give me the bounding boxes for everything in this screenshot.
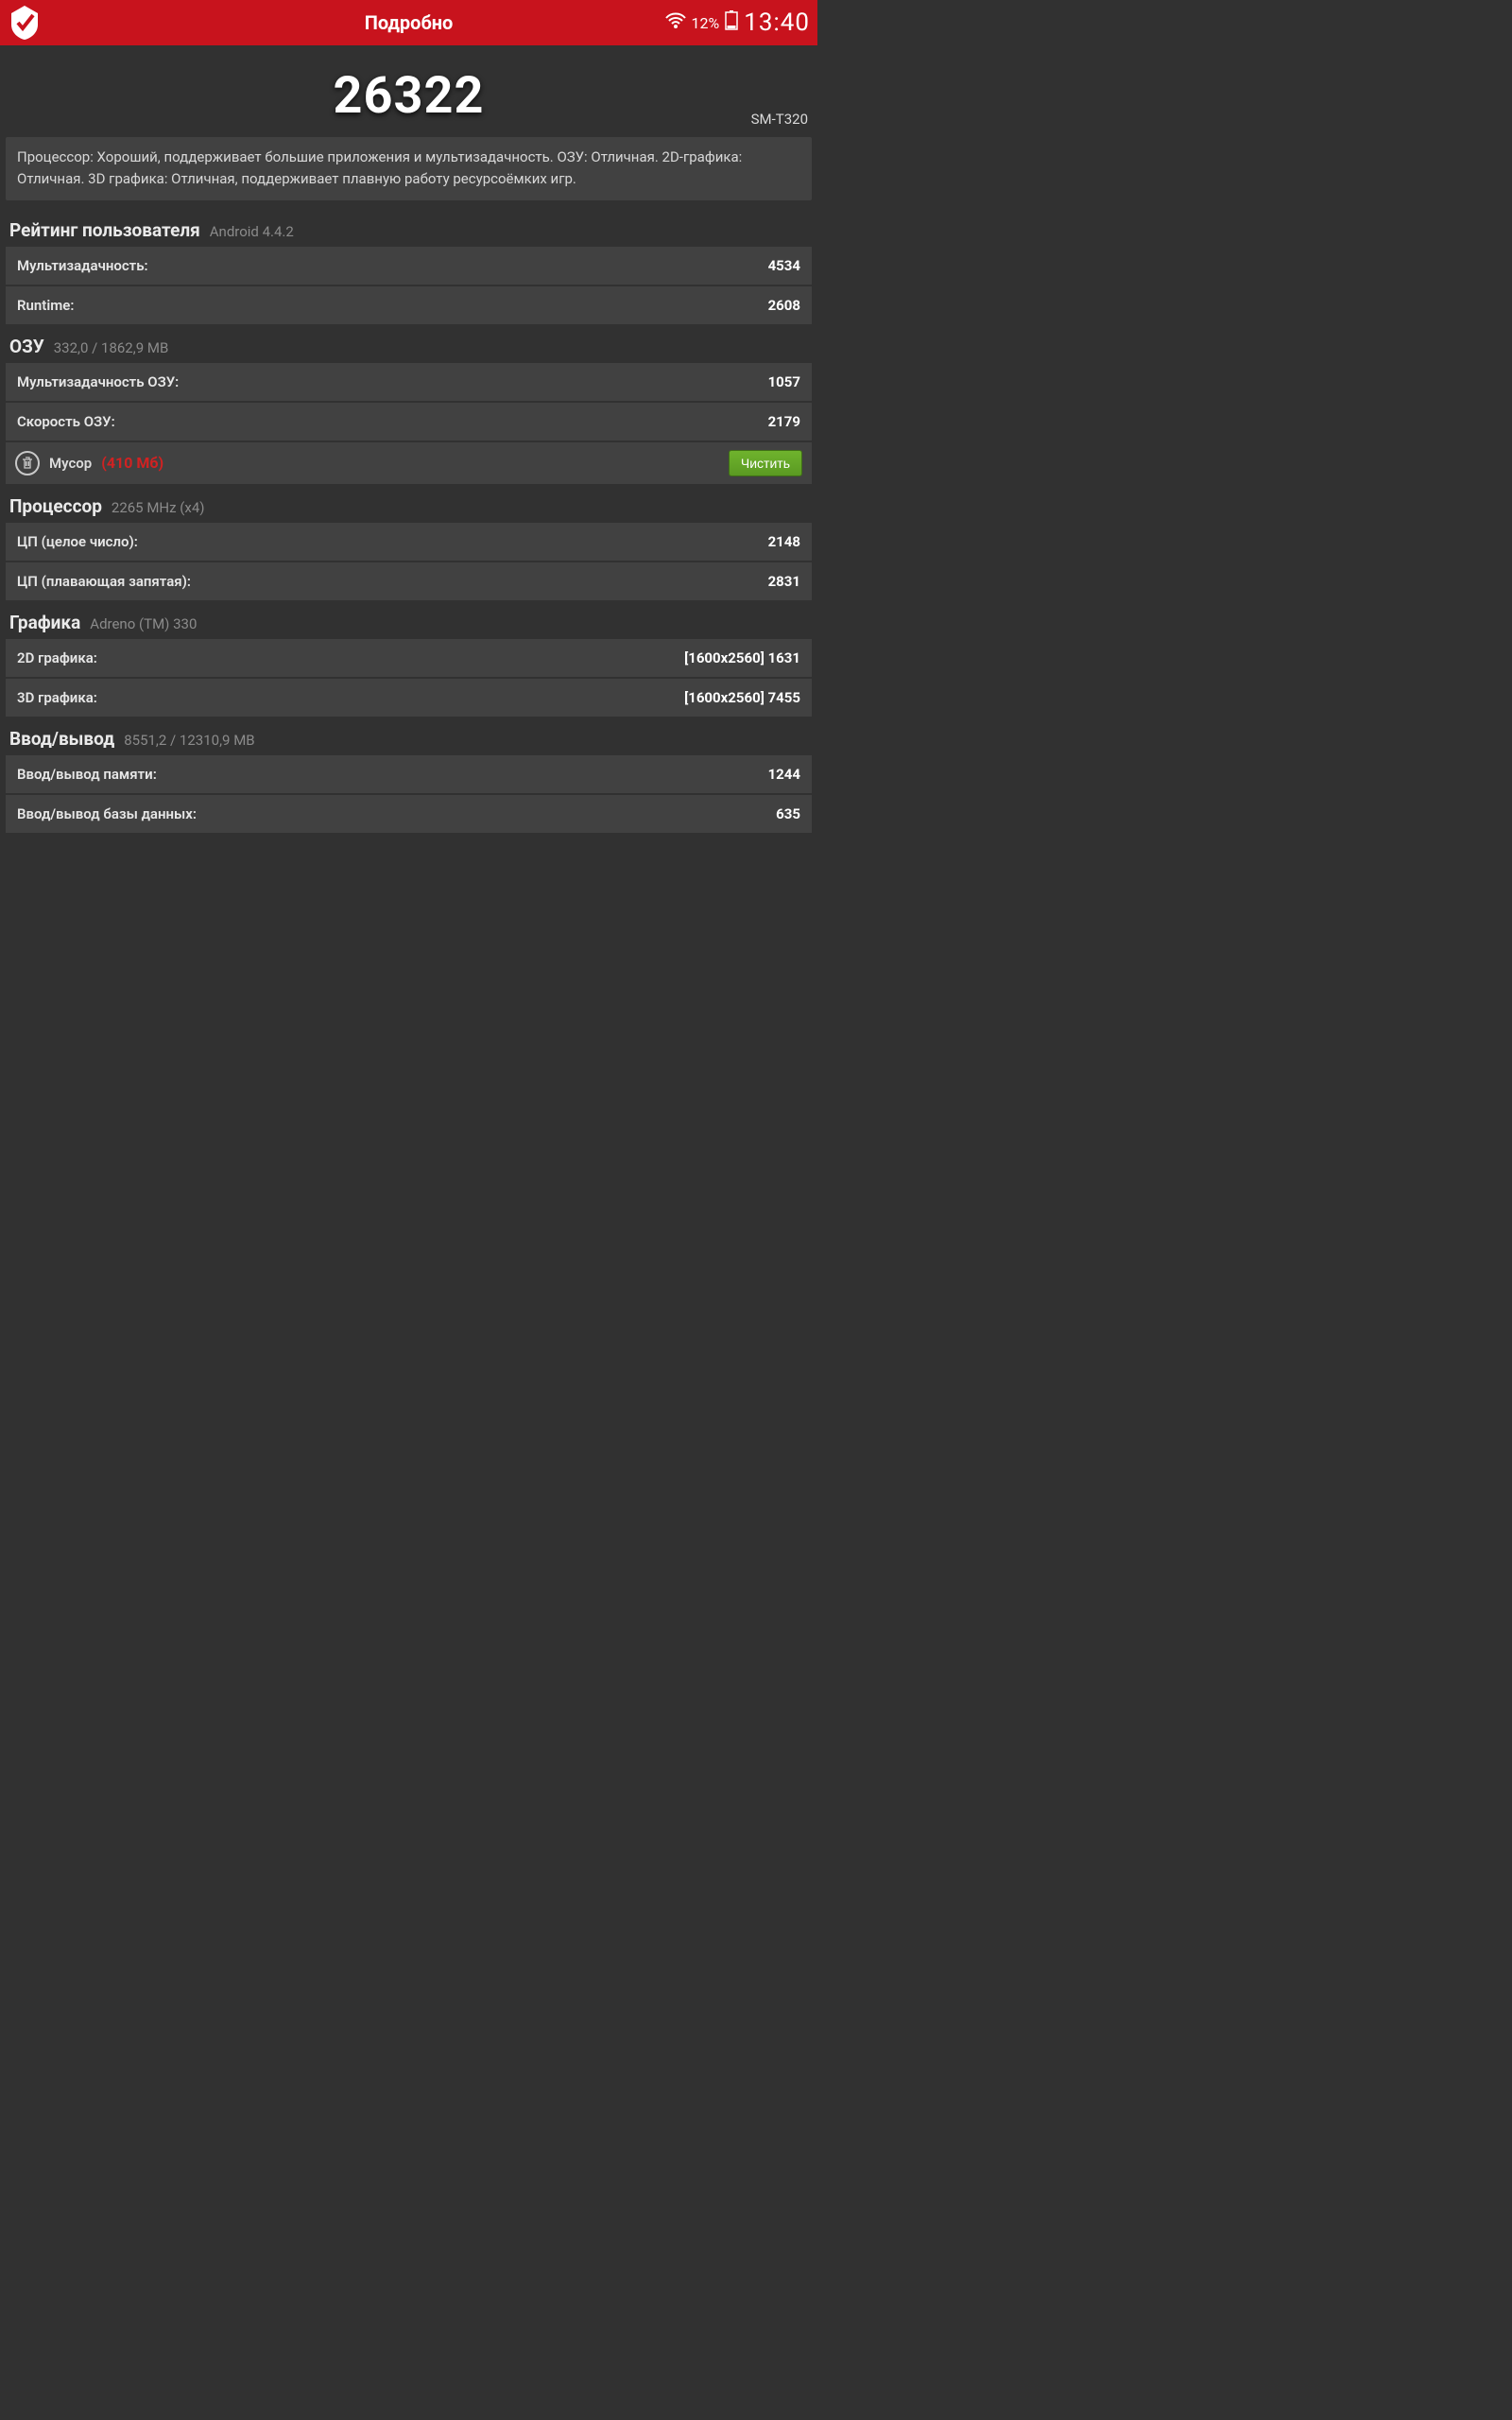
row-value: 2608 — [768, 297, 800, 314]
section-header-io: Ввод/вывод 8551,2 / 12310,9 MB — [0, 718, 817, 755]
row-label: ЦП (целое число): — [17, 533, 138, 550]
row-label: Мультизадачность ОЗУ: — [17, 373, 179, 390]
row-label: 2D графика: — [17, 649, 97, 666]
row-label: Ввод/вывод базы данных: — [17, 805, 197, 822]
section-title: Процессор — [9, 495, 102, 517]
row-2d-graphics: 2D графика: [1600x2560] 1631 — [6, 639, 812, 677]
row-cpu-int: ЦП (целое число): 2148 — [6, 523, 812, 561]
section-title: Графика — [9, 612, 80, 633]
status-bar: Подробно 12% 13:40 — [0, 0, 817, 45]
row-cpu-float: ЦП (плавающая запятая): 2831 — [6, 562, 812, 600]
clean-button[interactable]: Чистить — [729, 450, 802, 476]
row-value: 2179 — [768, 413, 800, 430]
row-ram-multitask: Мультизадачность ОЗУ: 1057 — [6, 363, 812, 401]
section-subtitle: 332,0 / 1862,9 MB — [54, 339, 169, 356]
row-io-db: Ввод/вывод базы данных: 635 — [6, 795, 812, 833]
wifi-icon — [665, 11, 686, 35]
row-multitask: Мультизадачность: 4534 — [6, 247, 812, 285]
benchmark-score: 26322 — [0, 66, 817, 126]
row-value: [1600x2560] 1631 — [684, 649, 800, 666]
section-title: Ввод/вывод — [9, 728, 114, 750]
section-subtitle: Android 4.4.2 — [210, 223, 294, 240]
score-area: 26322 SM-T320 — [0, 45, 817, 131]
app-logo-icon — [8, 4, 42, 42]
summary-box: Процессор: Хороший, поддерживает большие… — [6, 137, 812, 200]
section-subtitle: 2265 MHz (x4) — [112, 499, 205, 516]
page-title: Подробно — [365, 11, 454, 34]
row-cleaner: Мусор (410 Мб) Чистить — [6, 442, 812, 484]
section-header-gfx: Графика Adreno (TM) 330 — [0, 602, 817, 639]
row-value: 2148 — [768, 533, 800, 550]
section-header-cpu: Процессор 2265 MHz (x4) — [0, 486, 817, 523]
cleaner-size: (410 Мб) — [101, 454, 163, 472]
row-label: Скорость ОЗУ: — [17, 413, 115, 430]
section-subtitle: Adreno (TM) 330 — [90, 615, 197, 632]
section-header-ram: ОЗУ 332,0 / 1862,9 MB — [0, 326, 817, 363]
row-label: 3D графика: — [17, 689, 97, 706]
row-label: Мультизадачность: — [17, 257, 148, 274]
row-value: 4534 — [768, 257, 800, 274]
row-label: ЦП (плавающая запятая): — [17, 573, 191, 590]
row-value: [1600x2560] 7455 — [684, 689, 800, 706]
row-value: 1244 — [768, 766, 800, 783]
cleaner-label: Мусор — [49, 455, 92, 472]
row-io-memory: Ввод/вывод памяти: 1244 — [6, 755, 812, 793]
section-subtitle: 8551,2 / 12310,9 MB — [124, 732, 254, 749]
row-value: 2831 — [768, 573, 800, 590]
row-runtime: Runtime: 2608 — [6, 286, 812, 324]
status-tray: 12% 13:40 — [665, 9, 810, 37]
row-value: 635 — [776, 805, 800, 822]
section-header-user-rating: Рейтинг пользователя Android 4.4.2 — [0, 210, 817, 247]
device-model: SM-T320 — [751, 111, 808, 128]
row-3d-graphics: 3D графика: [1600x2560] 7455 — [6, 679, 812, 717]
battery-icon — [725, 9, 738, 36]
row-label: Ввод/вывод памяти: — [17, 766, 157, 783]
trash-icon — [15, 451, 40, 475]
section-title: ОЗУ — [9, 336, 44, 357]
row-label: Runtime: — [17, 297, 74, 314]
row-value: 1057 — [768, 373, 800, 390]
battery-percent: 12% — [692, 14, 720, 32]
row-ram-speed: Скорость ОЗУ: 2179 — [6, 403, 812, 441]
clock: 13:40 — [744, 9, 810, 37]
section-title: Рейтинг пользователя — [9, 219, 200, 241]
